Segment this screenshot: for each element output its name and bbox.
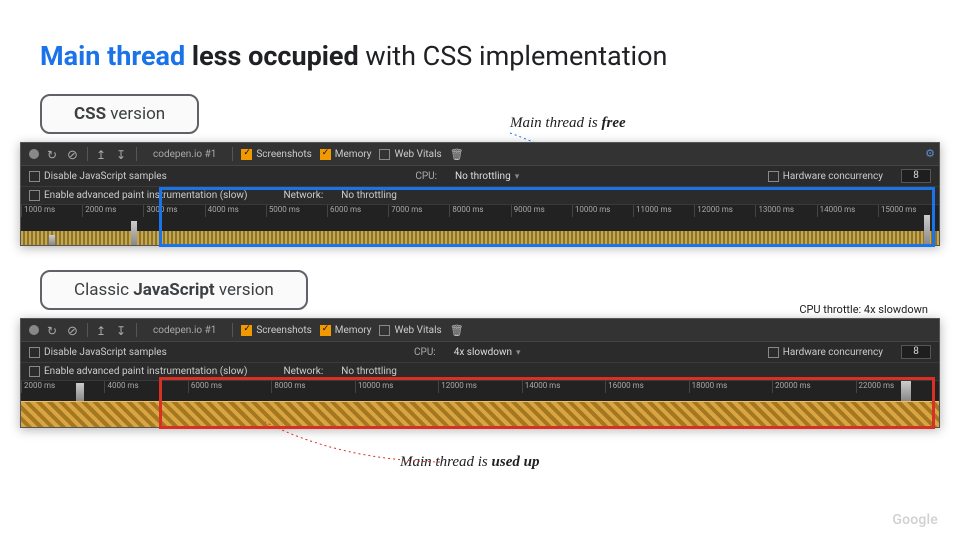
reload-icon[interactable]	[47, 148, 59, 160]
recording-tab[interactable]: codepen.io #1	[145, 325, 224, 336]
version-label-js: Classic JavaScript version	[40, 270, 308, 310]
timeline-tick-label: 14000 ms	[525, 381, 561, 390]
checkbox-disable-js[interactable]: Disable JavaScript samples	[29, 171, 167, 182]
checkbox-paint-instr[interactable]: Enable advanced paint instrumentation (s…	[29, 190, 247, 201]
recording-tab[interactable]: codepen.io #1	[145, 149, 224, 160]
timeline-tick-label: 4000 ms	[107, 381, 138, 390]
checkbox-webvitals[interactable]: Web Vitals	[379, 325, 441, 336]
cpu-throttle-select[interactable]: 4x slowdown	[454, 347, 521, 358]
clear-icon[interactable]	[67, 148, 79, 160]
hw-concurrency-input[interactable]: 8	[901, 169, 931, 183]
timeline-tick-label: 22000 ms	[859, 381, 895, 390]
devtools-panel-css: ⚙ codepen.io #1 Screenshots Memory Web V…	[20, 142, 940, 246]
load-profile-icon[interactable]	[96, 148, 108, 160]
annotation-free: Main thread is free	[510, 115, 626, 132]
timeline-tick-label: 10000 ms	[575, 205, 611, 214]
timeline-tick-label: 16000 ms	[608, 381, 644, 390]
annotation-usedup: Main thread is used up	[400, 454, 539, 471]
activity-spike	[76, 383, 84, 401]
reload-icon[interactable]	[47, 324, 59, 336]
timeline-tick-label: 4000 ms	[208, 205, 239, 214]
timeline-tick-label: 2000 ms	[24, 381, 55, 390]
devtools-options-row-2: Enable advanced paint instrumentation (s…	[21, 363, 939, 381]
save-profile-icon[interactable]	[116, 148, 128, 160]
cpu-throttle-select[interactable]: No throttling	[455, 171, 519, 182]
timeline-tick-label: 6000 ms	[330, 205, 361, 214]
timeline-tick-label: 3000 ms	[146, 205, 177, 214]
network-throttle-select[interactable]: No throttling	[341, 190, 397, 201]
timeline-tick-label: 1000 ms	[24, 205, 55, 214]
timeline-tick-label: 7000 ms	[391, 205, 422, 214]
activity-spike	[924, 215, 930, 245]
hw-concurrency-input[interactable]: 8	[901, 345, 931, 359]
timeline-tick-label: 10000 ms	[358, 381, 394, 390]
main-thread-activity-high	[21, 401, 939, 427]
record-icon[interactable]	[29, 325, 39, 335]
devtools-options-row-2: Enable advanced paint instrumentation (s…	[21, 187, 939, 205]
record-icon[interactable]	[29, 149, 39, 159]
devtools-toolbar: codepen.io #1 Screenshots Memory Web Vit…	[21, 143, 939, 166]
gear-icon[interactable]: ⚙	[925, 147, 935, 160]
load-profile-icon[interactable]	[96, 324, 108, 336]
checkbox-memory[interactable]: Memory	[320, 149, 372, 160]
google-watermark: Google	[892, 512, 938, 528]
devtools-options-row-1: Disable JavaScript samples CPU: No throt…	[21, 166, 939, 187]
checkbox-webvitals[interactable]: Web Vitals	[379, 149, 441, 160]
timeline-tick-label: 14000 ms	[820, 205, 856, 214]
timeline-tick-label: 8000 ms	[452, 205, 483, 214]
timeline-tick-label: 18000 ms	[692, 381, 728, 390]
checkbox-paint-instr[interactable]: Enable advanced paint instrumentation (s…	[29, 366, 247, 377]
timeline-tick-label: 13000 ms	[758, 205, 794, 214]
checkbox-disable-js[interactable]: Disable JavaScript samples	[29, 347, 167, 358]
checkbox-screenshots[interactable]: Screenshots	[241, 325, 311, 336]
save-profile-icon[interactable]	[116, 324, 128, 336]
title-bold: less occupied	[192, 40, 359, 72]
timeline-tick-label: 5000 ms	[269, 205, 300, 214]
timeline-overview[interactable]: 1000 ms 2000 ms 3000 ms 4000 ms 5000 ms 6000 …	[21, 205, 939, 245]
checkbox-screenshots[interactable]: Screenshots	[241, 149, 311, 160]
title-highlight: Main thread	[40, 40, 185, 72]
timeline-tick-label: 11000 ms	[636, 205, 672, 214]
devtools-toolbar: codepen.io #1 Screenshots Memory Web Vit…	[21, 319, 939, 342]
devtools-panel-js: codepen.io #1 Screenshots Memory Web Vit…	[20, 318, 940, 428]
checkbox-hw-concurrency[interactable]: Hardware concurrency	[768, 171, 883, 182]
timeline-overview[interactable]: 2000 ms 4000 ms 6000 ms 8000 ms 10000 ms 1200…	[21, 381, 939, 427]
activity-spike	[901, 381, 911, 401]
timeline-tick-label: 2000 ms	[85, 205, 116, 214]
title-rest: with CSS implementation	[365, 40, 667, 72]
checkbox-memory[interactable]: Memory	[320, 325, 372, 336]
trash-icon[interactable]	[450, 324, 462, 336]
timeline-tick-label: 12000 ms	[697, 205, 733, 214]
timeline-tick-label: 12000 ms	[441, 381, 477, 390]
throttle-note-2: CPU throttle: 4x slowdown	[799, 303, 928, 316]
clear-icon[interactable]	[67, 324, 79, 336]
timeline-tick-label: 6000 ms	[191, 381, 222, 390]
trash-icon[interactable]	[450, 148, 462, 160]
version-label-css: CSS version	[40, 94, 199, 134]
timeline-tick-label: 8000 ms	[274, 381, 305, 390]
network-throttle-select[interactable]: No throttling	[341, 366, 397, 377]
devtools-options-row-1: Disable JavaScript samples CPU: 4x slowd…	[21, 342, 939, 363]
activity-spike	[131, 221, 137, 245]
timeline-tick-label: 15000 ms	[881, 205, 917, 214]
activity-spike	[49, 235, 55, 245]
timeline-tick-label: 20000 ms	[775, 381, 811, 390]
checkbox-hw-concurrency[interactable]: Hardware concurrency	[768, 347, 883, 358]
main-thread-activity-low	[21, 231, 939, 245]
slide-title: Main thread less occupied with CSS imple…	[0, 0, 960, 82]
timeline-tick-label: 9000 ms	[514, 205, 545, 214]
